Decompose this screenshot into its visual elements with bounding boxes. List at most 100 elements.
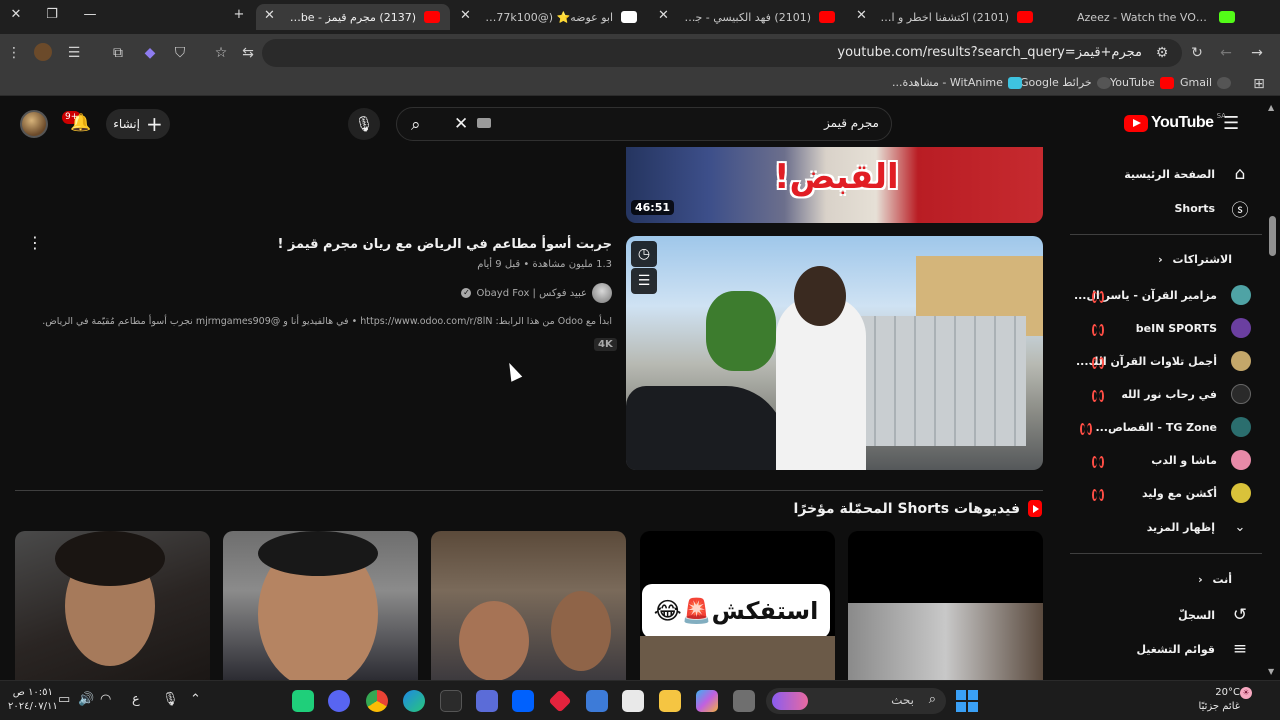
notifications-bell-icon[interactable]: 🔔 bbox=[70, 113, 91, 133]
sidebar-item-subscription[interactable]: ماشا و الدب bbox=[1070, 444, 1255, 476]
copilot-icon[interactable] bbox=[696, 690, 718, 712]
dropbox-icon[interactable] bbox=[512, 690, 534, 712]
channel-name[interactable]: عبيد فوكس | Obayd Fox bbox=[476, 288, 587, 299]
windows-start-icon[interactable] bbox=[956, 690, 978, 712]
store-icon[interactable] bbox=[622, 690, 644, 712]
battery-icon[interactable]: ▭ bbox=[58, 692, 70, 707]
sidebar-item-playlists[interactable]: قوائم التشغيل ≡ bbox=[1070, 633, 1255, 665]
browser-tab-youtube-2[interactable]: (2101) فهد الكبيسي - جعل السحاب ✕ bbox=[650, 4, 845, 30]
add-to-queue-icon[interactable]: ☰ bbox=[631, 268, 657, 294]
site-settings-icon[interactable]: ⚙ bbox=[1152, 43, 1172, 63]
sidebar-item-history[interactable]: السجلّ ↺ bbox=[1070, 599, 1255, 631]
edge-icon[interactable] bbox=[403, 690, 425, 712]
create-button[interactable]: إنشاء + bbox=[106, 109, 170, 139]
apps-grid-icon[interactable]: ⊞ bbox=[1249, 74, 1269, 94]
sidebar-item-subscription[interactable]: مزامير القرآن - ياسر ال... bbox=[1070, 279, 1255, 311]
search-box[interactable]: ⌕ ✕ مجرم قيمز bbox=[396, 107, 892, 141]
scrollbar-thumb[interactable] bbox=[1269, 216, 1276, 256]
account-avatar[interactable] bbox=[20, 110, 48, 138]
browser-tab-kick[interactable]: Azeez - Watch the VOD on Kick bbox=[1045, 4, 1245, 30]
video-title[interactable]: جربت أسوأ مطاعم في الرياض مع ريان مجرم ق… bbox=[277, 237, 612, 252]
sidebar-item-shorts[interactable]: Shorts ⓢ bbox=[1070, 192, 1255, 224]
bookmark-gmail[interactable]: Gmail bbox=[1180, 76, 1232, 89]
scroll-up-arrow-icon[interactable]: ▲ bbox=[1268, 103, 1274, 112]
window-close-icon[interactable]: ✕ bbox=[6, 7, 26, 22]
weather-widget[interactable]: 20°C غائم جزئيًا bbox=[1180, 686, 1240, 714]
clear-search-icon[interactable]: ✕ bbox=[454, 114, 468, 134]
browser-toolbar: ⋮ ☰ ⧉ ◆ ⛉ ☆ ⇆ youtube.com/results?search… bbox=[0, 34, 1280, 72]
short-thumbnail[interactable] bbox=[223, 531, 418, 680]
channel-avatar[interactable] bbox=[592, 283, 612, 303]
short-thumbnail[interactable] bbox=[15, 531, 210, 680]
shield-icon[interactable]: ⛉ bbox=[170, 43, 190, 63]
app-icon-red[interactable] bbox=[548, 689, 572, 713]
more-actions-icon[interactable]: ⋮ bbox=[27, 235, 43, 251]
page-scrollbar[interactable]: ▲ ▼ bbox=[1265, 101, 1280, 680]
input-language[interactable]: ع bbox=[132, 692, 140, 707]
reload-icon[interactable]: ↻ bbox=[1187, 43, 1207, 63]
sidebar-item-home[interactable]: الصفحة الرئيسية ⌂ bbox=[1070, 158, 1255, 190]
video-channel[interactable]: عبيد فوكس | Obayd Fox ✓ bbox=[461, 283, 612, 303]
install-app-icon[interactable]: ⇆ bbox=[238, 43, 258, 63]
sidebar-item-subscription[interactable]: beIN SPORTS bbox=[1070, 312, 1255, 344]
browser-menu-icon[interactable]: ⋮ bbox=[4, 43, 24, 63]
scroll-down-arrow-icon[interactable]: ▼ bbox=[1268, 667, 1274, 676]
reading-list-icon[interactable]: ☰ bbox=[64, 43, 84, 63]
tab-close-icon[interactable]: ✕ bbox=[658, 8, 669, 23]
forward-icon[interactable]: ← bbox=[1216, 43, 1236, 63]
search-icon[interactable]: ⌕ bbox=[411, 115, 421, 135]
browser-tab-tiktok[interactable]: ابو عوضه⭐️ (@77k100) | TikTok ✕ bbox=[452, 4, 647, 30]
video-thumbnail[interactable] bbox=[626, 236, 1043, 470]
previous-result-thumbnail[interactable]: القبض! bbox=[626, 147, 1043, 223]
sidebar-show-more[interactable]: إظهار المزيد ⌄ bbox=[1070, 511, 1255, 543]
microphone-tray-icon[interactable]: 🎙 bbox=[162, 692, 179, 707]
youtube-logo[interactable]: YouTube SA bbox=[1124, 112, 1226, 132]
bookmark-maps[interactable]: خرائط Google bbox=[1020, 76, 1111, 89]
address-url[interactable]: youtube.com/results?search_query=مجرم+قي… bbox=[837, 45, 1142, 60]
guide-menu-icon[interactable]: ☰ bbox=[1223, 113, 1239, 134]
wifi-icon[interactable]: ◠ bbox=[100, 692, 111, 707]
sidebar-item-subscription[interactable]: في رحاب نور الله bbox=[1070, 378, 1255, 410]
extensions-icon[interactable]: ⧉ bbox=[108, 43, 128, 63]
tab-close-icon[interactable]: ✕ bbox=[856, 8, 867, 23]
short-thumbnail[interactable]: استفكش🚨😂 bbox=[640, 531, 835, 680]
epic-games-icon[interactable] bbox=[440, 690, 462, 712]
voice-search-button[interactable]: 🎙 bbox=[348, 108, 380, 140]
short-thumbnail[interactable] bbox=[431, 531, 626, 680]
back-icon[interactable]: → bbox=[1247, 43, 1267, 63]
short-image bbox=[640, 636, 835, 680]
chrome-icon[interactable] bbox=[366, 690, 388, 712]
profile-avatar[interactable] bbox=[34, 43, 52, 61]
short-thumbnail[interactable] bbox=[848, 531, 1043, 680]
you-heading[interactable]: أنت ‹ bbox=[1198, 573, 1232, 586]
address-bar[interactable]: youtube.com/results?search_query=مجرم+قي… bbox=[262, 39, 1182, 67]
sidebar-item-subscription[interactable]: أكشن مع وليد bbox=[1070, 477, 1255, 509]
taskbar-search[interactable]: بحث ⌕ bbox=[766, 688, 946, 714]
subscriptions-heading[interactable]: الاشتراكات ‹ bbox=[1158, 253, 1232, 266]
sidebar-item-subscription[interactable]: أجمل تلاوات القرآن الك... bbox=[1070, 345, 1255, 377]
extension-badge-icon[interactable]: ◆ bbox=[140, 43, 160, 63]
browser-tab-youtube-1[interactable]: (2101) اكتشفنا اخطر و اغرب اماك ✕ bbox=[848, 4, 1043, 30]
sidebar-item-subscription[interactable]: TG Zone - القصاص... bbox=[1070, 411, 1255, 443]
search-input[interactable]: مجرم قيمز bbox=[824, 116, 879, 130]
discord-icon[interactable] bbox=[328, 690, 350, 712]
window-minimize-icon[interactable]: — bbox=[80, 7, 100, 22]
system-clock[interactable]: ١٠:٥١ ص ٢٠٢٤/٠٧/١١ bbox=[8, 686, 58, 714]
window-restore-icon[interactable]: ❐ bbox=[42, 7, 62, 22]
bookmark-witanime[interactable]: WitAnime - مشاهدة... bbox=[892, 76, 1022, 89]
bookmark-star-icon[interactable]: ☆ bbox=[211, 43, 231, 63]
outlook-icon[interactable] bbox=[586, 690, 608, 712]
bookmark-youtube[interactable]: YouTube bbox=[1110, 76, 1174, 89]
app-icon-green[interactable] bbox=[292, 690, 314, 712]
app-icon-purple[interactable] bbox=[476, 690, 498, 712]
app-icon-gray[interactable] bbox=[733, 690, 755, 712]
new-tab-icon[interactable]: + bbox=[229, 7, 249, 22]
keyboard-icon[interactable] bbox=[477, 118, 491, 128]
volume-icon[interactable]: 🔊 bbox=[78, 692, 94, 707]
file-explorer-icon[interactable] bbox=[659, 690, 681, 712]
tray-overflow-chevron-icon[interactable]: ⌃ bbox=[190, 692, 201, 707]
watch-later-clock-icon[interactable]: ◷ bbox=[631, 241, 657, 267]
tab-close-icon[interactable]: ✕ bbox=[460, 8, 471, 23]
tab-close-icon[interactable]: ✕ bbox=[264, 8, 275, 23]
browser-tab-youtube-search[interactable]: (2137) مجرم قيمز - YouTube ✕ bbox=[256, 4, 450, 30]
